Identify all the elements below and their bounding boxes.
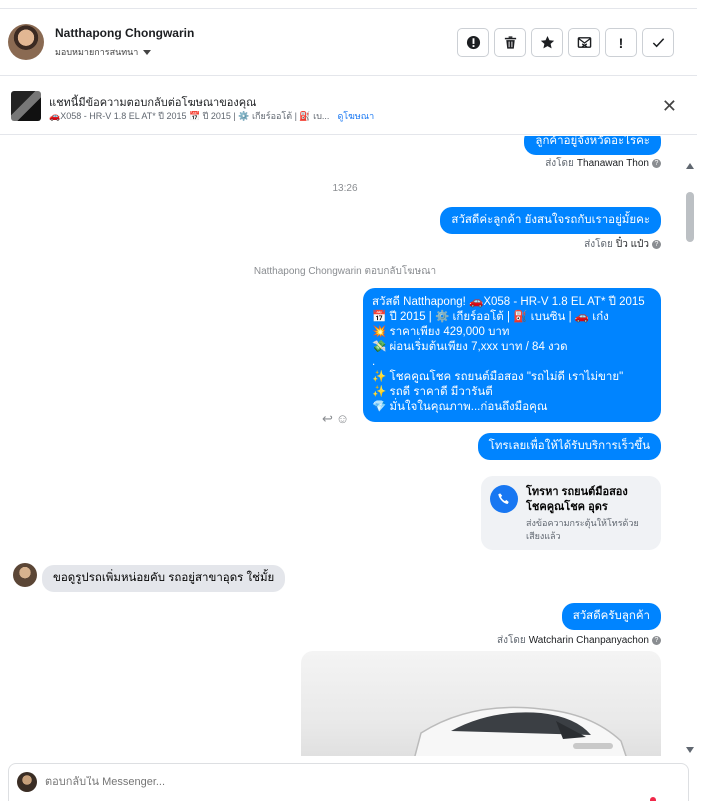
ad-banner-description: 🚗X058 - HR-V 1.8 EL AT* ปี 2015 📅 ปี 201… <box>49 109 374 123</box>
help-icon[interactable]: ? <box>652 240 661 249</box>
ad-greeting-message[interactable]: สวัสดี Natthapong! 🚗X058 - HR-V 1.8 EL A… <box>363 288 661 422</box>
reply-composer <box>8 763 689 801</box>
mail-x-icon <box>577 37 591 48</box>
sent-by-prefix: ส่งโดย <box>545 158 574 169</box>
car-image <box>414 706 627 756</box>
message-line: 💥 ราคาเพียง 429,000 บาท <box>372 326 510 338</box>
scroll-down-icon[interactable] <box>686 747 694 753</box>
message-thread[interactable]: ลูกค้าอยู่จังหวัดอะไรคะ ส่งโดย Thanawan … <box>0 136 697 756</box>
ad-reply-banner: แชทนี้มีข้อความตอบกลับต่อโฆษณาของคุณ 🚗X0… <box>0 77 697 135</box>
conversation-header: Natthapong Chongwarin มอบหมายการสนทนา ! <box>0 9 697 76</box>
outgoing-message[interactable]: สวัสดีค่ะลูกค้า ยังสนใจรถกับเราอยู่มั้ยค… <box>440 207 661 234</box>
notification-dot <box>650 797 656 801</box>
sent-by-prefix: ส่งโดย <box>584 239 613 250</box>
sender-name: ปิ๋ว แป๋ว <box>615 239 649 250</box>
chevron-down-icon <box>143 49 152 55</box>
outgoing-message[interactable]: ลูกค้าอยู่จังหวัดอะไรคะ <box>524 136 661 155</box>
header-actions: ! <box>457 28 674 57</box>
mark-done-button[interactable] <box>642 28 674 57</box>
contact-name[interactable]: Natthapong Chongwarin <box>55 26 194 40</box>
replied-to-ad-label: Natthapong Chongwarin ตอบกลับโฆษณา <box>253 266 437 277</box>
timestamp: 13:26 <box>332 183 358 194</box>
sent-by-prefix: ส่งโดย <box>497 635 526 646</box>
sender-name: Watcharin Chanpanyachon <box>528 635 649 646</box>
reply-icon[interactable]: ↩ <box>322 411 333 427</box>
message-line: 💎 มั่นใจในคุณภาพ...ก่อนถึงมือคุณ <box>372 401 548 413</box>
check-icon <box>652 38 664 48</box>
star-button[interactable] <box>531 28 563 57</box>
sent-by-label: ส่งโดย Watcharin Chanpanyachon ? <box>497 633 661 648</box>
call-card-title: โทรหา รถยนต์มือสอง โชคคูณโชค อุดร <box>526 486 628 513</box>
ad-thumbnail <box>11 91 41 121</box>
help-icon[interactable]: ? <box>652 636 661 645</box>
reply-input[interactable] <box>45 776 545 788</box>
contact-avatar[interactable] <box>13 563 37 587</box>
scrollbar-thumb[interactable] <box>686 192 694 242</box>
trash-icon <box>504 36 516 49</box>
phone-icon <box>490 485 518 513</box>
ad-description-text: 🚗X058 - HR-V 1.8 EL AT* ปี 2015 📅 ปี 201… <box>49 111 330 121</box>
flag-button[interactable]: ! <box>605 28 637 57</box>
outgoing-message[interactable]: สวัสดีครับลูกค้า <box>561 603 661 630</box>
mark-unread-button[interactable] <box>568 28 600 57</box>
chat-scrollbar[interactable] <box>683 163 697 753</box>
message-line: ✨ รถดี ราคาดี มีวารันตี <box>372 386 493 398</box>
message-line: 💸 ผ่อนเริ่มต้นเพียง 7,xxx บาท / 84 งวด <box>372 341 568 353</box>
message-line: . <box>372 356 376 368</box>
assign-conversation-dropdown[interactable]: มอบหมายการสนทนา <box>55 45 152 59</box>
call-card[interactable]: โทรหา รถยนต์มือสอง โชคคูณโชค อุดร ส่งข้อ… <box>481 476 661 550</box>
message-line: สวัสดี Natthapong! 🚗X058 - HR-V 1.8 EL A… <box>372 296 645 308</box>
delete-button[interactable] <box>494 28 526 57</box>
exclamation-circle-icon <box>466 35 480 50</box>
top-divider <box>0 0 697 9</box>
sent-by-label: ส่งโดย ปิ๋ว แป๋ว ? <box>584 237 661 252</box>
message-actions: ↩ ☺ <box>322 411 349 427</box>
sent-by-label: ส่งโดย Thanawan Thon ? <box>545 156 661 171</box>
message-line: ✨ โชคคูณโชค รถยนต์มือสอง "รถไม่ดี เราไม่… <box>372 371 624 383</box>
exclamation-icon: ! <box>618 34 624 51</box>
message-line: 📅 ปี 2015 | ⚙️ เกียร์ออโต้ | ⛽ เบนซิน | … <box>372 311 609 323</box>
scroll-up-icon[interactable] <box>686 163 694 169</box>
view-ad-link[interactable]: ดูโฆษณา <box>337 111 374 121</box>
car-photo-attachment[interactable] <box>301 651 661 756</box>
page-avatar <box>17 772 37 792</box>
star-icon <box>540 35 554 49</box>
contact-avatar[interactable] <box>8 24 44 60</box>
incoming-message[interactable]: ขอดูรูปรถเพิ่มหน่อยคับ รถอยู่สาขาอุดร ใช… <box>42 565 286 592</box>
assign-label: มอบหมายการสนทนา <box>55 47 139 57</box>
call-card-subtitle: ส่งข้อความกระตุ้นให้โทรด้วยเสียงแล้ว <box>526 518 639 541</box>
report-button[interactable] <box>457 28 489 57</box>
outgoing-message[interactable]: โทรเลยเพื่อให้ได้รับบริการเร็วขึ้น <box>477 433 661 460</box>
emoji-react-icon[interactable]: ☺ <box>336 411 349 427</box>
sender-name: Thanawan Thon <box>576 158 649 169</box>
help-icon[interactable]: ? <box>652 159 661 168</box>
close-icon[interactable]: ✕ <box>662 96 677 117</box>
